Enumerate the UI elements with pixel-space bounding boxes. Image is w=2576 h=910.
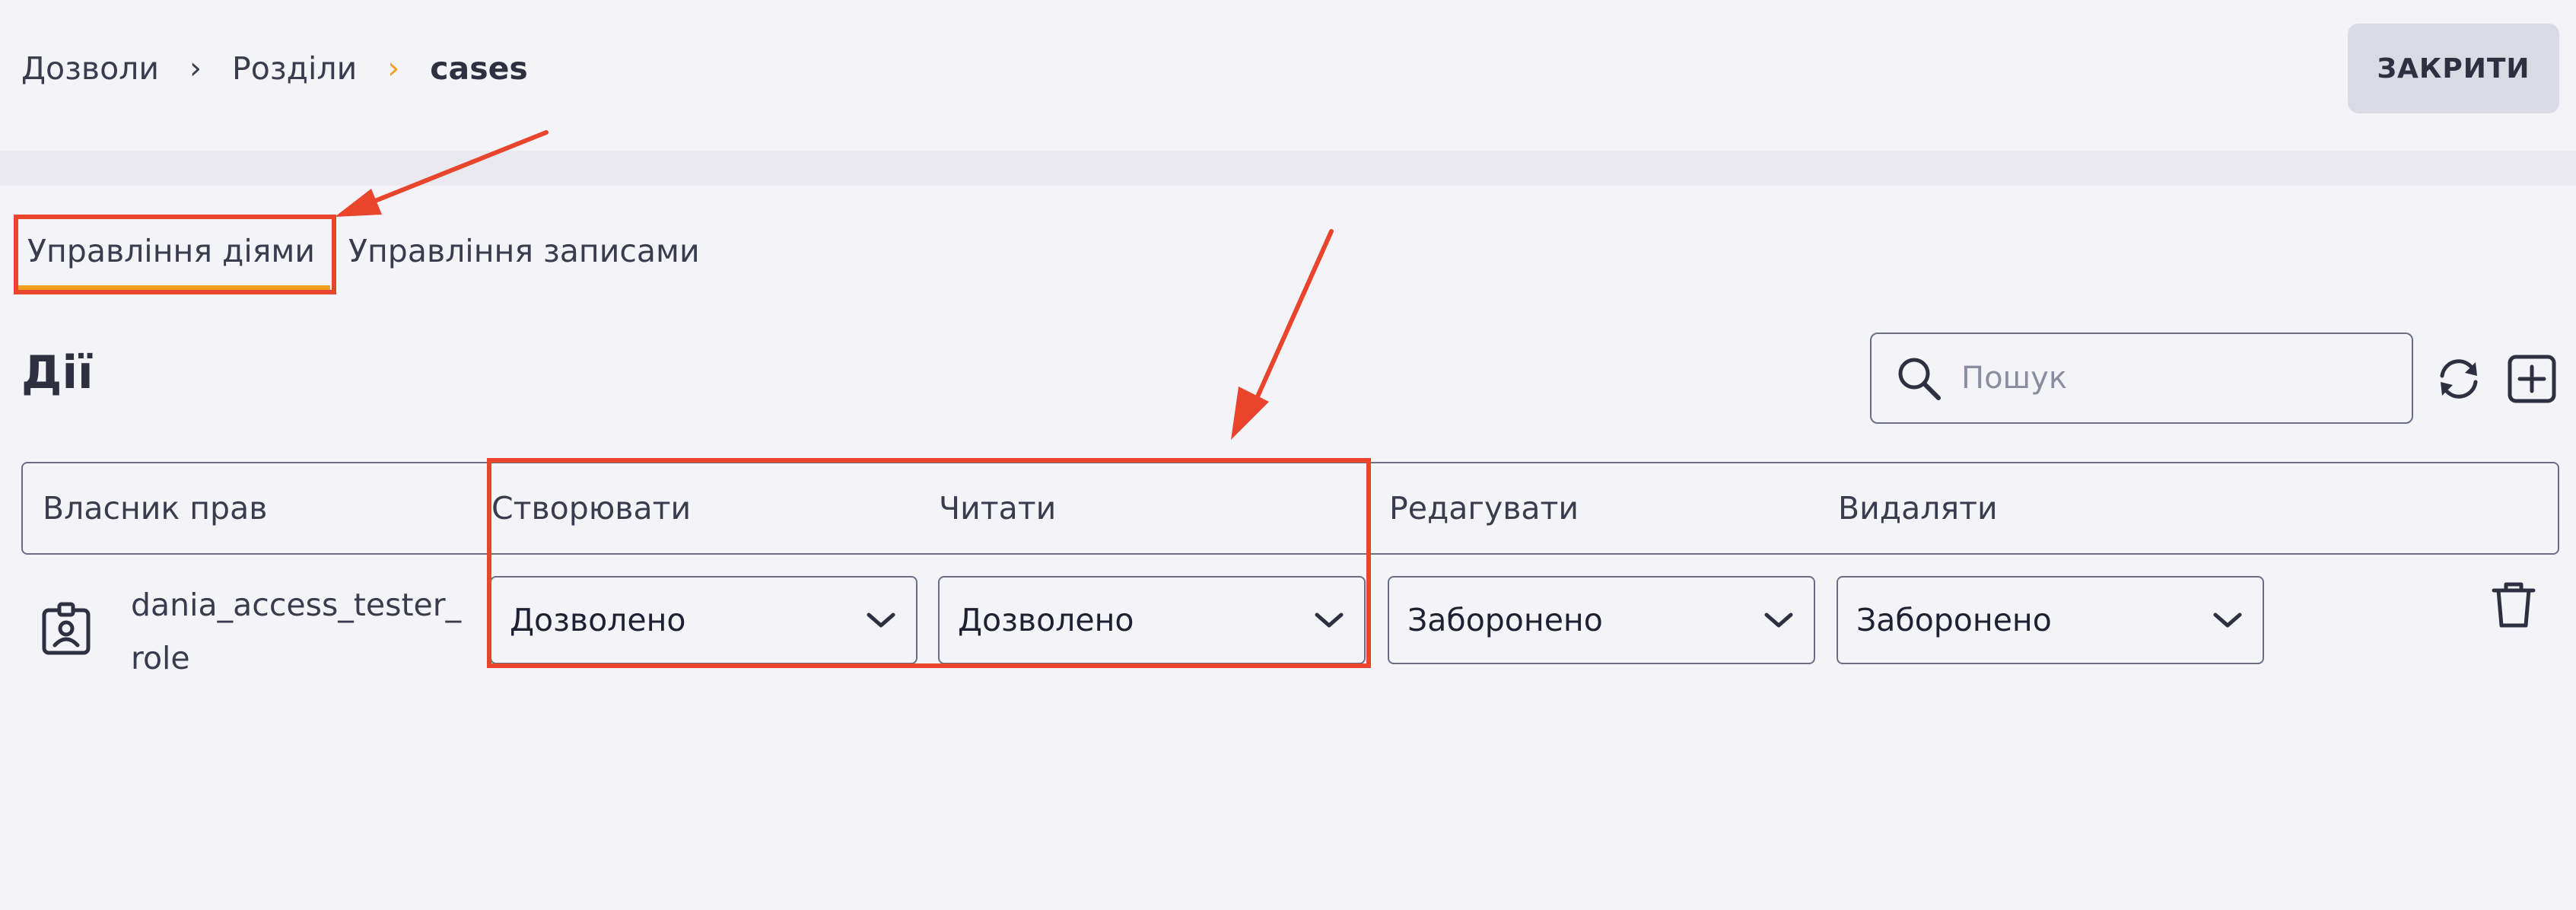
annotation-arrow	[1231, 229, 1334, 440]
annotation-arrows	[335, 130, 1334, 440]
annotation-arrow	[335, 130, 549, 217]
